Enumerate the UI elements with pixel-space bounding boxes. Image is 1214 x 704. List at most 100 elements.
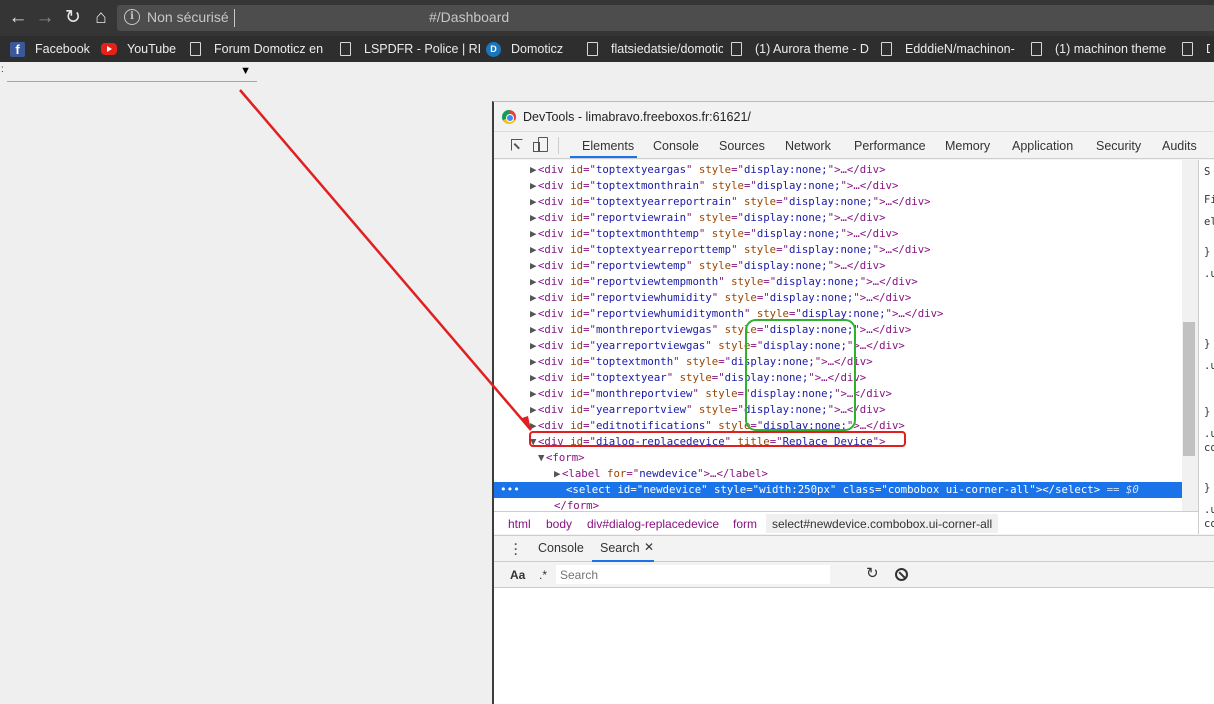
reload-icon[interactable]: ↻ [61, 6, 85, 30]
tag-close: >…</div> [834, 163, 886, 176]
back-arrow-icon[interactable]: ← [6, 6, 30, 30]
breadcrumb-item[interactable]: select#newdevice.combobox.ui-corner-all [766, 514, 999, 533]
inspect-element-icon[interactable] [511, 139, 523, 151]
bookmark-item[interactable]: f Facebook [10, 36, 95, 62]
devtools-tab-application[interactable]: Application [1012, 139, 1073, 153]
dom-node-line[interactable]: ▶ <div id="monthreportviewgas" style="dis… [494, 322, 1182, 338]
bookmark-item[interactable]: Forum Domoticz en [188, 36, 334, 62]
info-icon[interactable]: i [124, 9, 140, 25]
devtools-tab-network[interactable]: Network [785, 139, 831, 153]
tag-close: > [879, 435, 886, 448]
dom-node-line[interactable]: ▶ <div id="toptextyearreportrain" style="… [494, 194, 1182, 210]
bookmark-item[interactable]: YouTube [101, 36, 183, 62]
search-input[interactable] [556, 565, 830, 584]
dom-node-line[interactable]: ▶ <div id="editnotifications" style="disp… [494, 418, 1182, 434]
bookmark-item[interactable]: D [1180, 36, 1210, 62]
expand-triangle-icon[interactable]: ▶ [530, 162, 538, 178]
match-case-button[interactable]: Aa [510, 568, 525, 582]
home-icon[interactable]: ⌂ [89, 6, 113, 30]
expand-triangle-icon[interactable]: ▶ [530, 290, 538, 306]
expand-triangle-icon[interactable]: ▶ [530, 338, 538, 354]
bookmark-item[interactable]: (1) Aurora theme - D [729, 36, 873, 62]
expand-triangle-icon[interactable]: ▶ [530, 386, 538, 402]
drawer-menu-icon[interactable]: · · · [514, 538, 518, 560]
expand-triangle-icon[interactable]: ▶ [530, 178, 538, 194]
forward-arrow-icon[interactable]: → [33, 6, 57, 30]
dom-node-line[interactable]: ▶ <div id="yearreportviewgas" style="disp… [494, 338, 1182, 354]
expand-triangle-icon[interactable]: ▼ [530, 434, 538, 450]
dom-node-line[interactable]: ▶ <div id="toptextmonthrain" style="displ… [494, 178, 1182, 194]
dom-node-line[interactable]: ▶ <div id="yearreportview" style="display… [494, 402, 1182, 418]
drawer-tab-search[interactable]: Search [600, 541, 640, 555]
devtools-tab-elements[interactable]: Elements [582, 139, 634, 153]
expand-triangle-icon[interactable]: ▶ [530, 194, 538, 210]
punct: =" [583, 291, 596, 304]
page-icon [190, 42, 201, 56]
devtools-tab-performance[interactable]: Performance [854, 139, 926, 153]
dom-node-line[interactable]: ▶ <div id="toptextyear" style="display:no… [494, 370, 1182, 386]
expand-triangle-icon[interactable]: ▶ [554, 466, 562, 482]
bookmark-item[interactable]: EdddieN/machinon- [879, 36, 1023, 62]
breadcrumb-item[interactable]: html [508, 517, 531, 531]
punct: =" [583, 403, 596, 416]
expand-triangle-icon[interactable]: ▶ [530, 242, 538, 258]
dom-node-line[interactable]: ▶ <div id="reportviewhumiditymonth" style… [494, 306, 1182, 322]
scrollbar-thumb[interactable] [1183, 322, 1195, 456]
clear-icon[interactable] [895, 568, 908, 581]
dom-node-line[interactable]: ▶ <div id="toptextmonth" style="display:n… [494, 354, 1182, 370]
attr-name: style [714, 483, 747, 496]
styles-pane-text: .u [1204, 360, 1214, 372]
punct: =" [789, 307, 802, 320]
dom-node-line[interactable]: ▶ <div id="reportviewhumidity" style="dis… [494, 290, 1182, 306]
dom-node-line[interactable]: ▶ <div id="toptextyeargas" style="display… [494, 162, 1182, 178]
dom-node-line[interactable]: ••• <select id="newdevice" style="width:2… [494, 482, 1182, 498]
dom-node-line[interactable]: ▶ <div id="reportviewtemp" style="display… [494, 258, 1182, 274]
expand-triangle-icon[interactable]: ▶ [530, 306, 538, 322]
tag-open: <div [538, 227, 571, 240]
bookmark-label: EdddieN/machinon- [905, 42, 1015, 56]
devtools-tab-audits[interactable]: Audits [1162, 139, 1197, 153]
dom-node-line[interactable]: ▼ <div id="dialog-replacedevice" title="R… [494, 434, 1182, 450]
device-toolbar-icon[interactable] [533, 137, 548, 152]
regex-button[interactable]: .* [539, 568, 547, 582]
dom-node-line[interactable]: ▶ <label for="newdevice">…</label> [494, 466, 1182, 482]
expand-triangle-icon[interactable]: ▶ [530, 258, 538, 274]
address-bar[interactable]: i Non sécurisé #/Dashboard [117, 5, 1214, 31]
dom-node-line[interactable]: ▶ <div id="monthreportview" style="displa… [494, 386, 1182, 402]
dom-node-line[interactable]: ▼ <form> [494, 450, 1182, 466]
breadcrumb-item[interactable]: div#dialog-replacedevice [587, 517, 719, 531]
more-options-icon[interactable]: ••• [500, 482, 520, 498]
close-search-tab-icon[interactable]: ✕ [644, 540, 654, 554]
dom-node-line[interactable]: </form> [494, 498, 1182, 511]
devtools-tab-security[interactable]: Security [1096, 139, 1141, 153]
breadcrumb-item[interactable]: form [733, 517, 757, 531]
security-indicator[interactable]: Non sécurisé [147, 9, 229, 25]
devtools-tab-memory[interactable]: Memory [945, 139, 990, 153]
bookmark-item[interactable]: flatsiedatsie/domotic [585, 36, 723, 62]
dom-node-line[interactable]: ▶ <div id="toptextmonthtemp" style="displ… [494, 226, 1182, 242]
expand-triangle-icon[interactable]: ▶ [530, 354, 538, 370]
dom-node-line[interactable]: ▶ <div id="reportviewrain" style="display… [494, 210, 1182, 226]
newdevice-select[interactable]: ▼ [7, 64, 257, 82]
dropdown-arrow-icon[interactable]: ▼ [240, 65, 251, 77]
dom-node-line[interactable]: ▶ <div id="toptextyearreporttemp" style="… [494, 242, 1182, 258]
drawer-tab-console[interactable]: Console [538, 541, 584, 555]
expand-triangle-icon[interactable]: ▶ [530, 226, 538, 242]
devtools-tab-console[interactable]: Console [653, 139, 699, 153]
expand-triangle-icon[interactable]: ▶ [530, 370, 538, 386]
devtools-tab-sources[interactable]: Sources [719, 139, 765, 153]
refresh-icon[interactable]: ↻ [866, 566, 879, 581]
bookmark-item[interactable]: (1) machinon theme [1029, 36, 1174, 62]
breadcrumb-item[interactable]: body [546, 517, 572, 531]
expand-triangle-icon[interactable]: ▶ [530, 402, 538, 418]
dom-node-line[interactable]: ▶ <div id="reportviewtempmonth" style="di… [494, 274, 1182, 290]
bookmark-item[interactable]: LSPDFR - Police | RP [338, 36, 480, 62]
url-text[interactable]: #/Dashboard [429, 9, 509, 25]
bookmark-item[interactable]: D Domoticz [486, 36, 579, 62]
expand-triangle-icon[interactable]: ▼ [538, 450, 546, 466]
expand-triangle-icon[interactable]: ▶ [530, 322, 538, 338]
expand-triangle-icon[interactable]: ▶ [530, 210, 538, 226]
expand-triangle-icon[interactable]: ▶ [530, 418, 538, 434]
bookmark-label: (1) Aurora theme - D [755, 42, 869, 56]
expand-triangle-icon[interactable]: ▶ [530, 274, 538, 290]
